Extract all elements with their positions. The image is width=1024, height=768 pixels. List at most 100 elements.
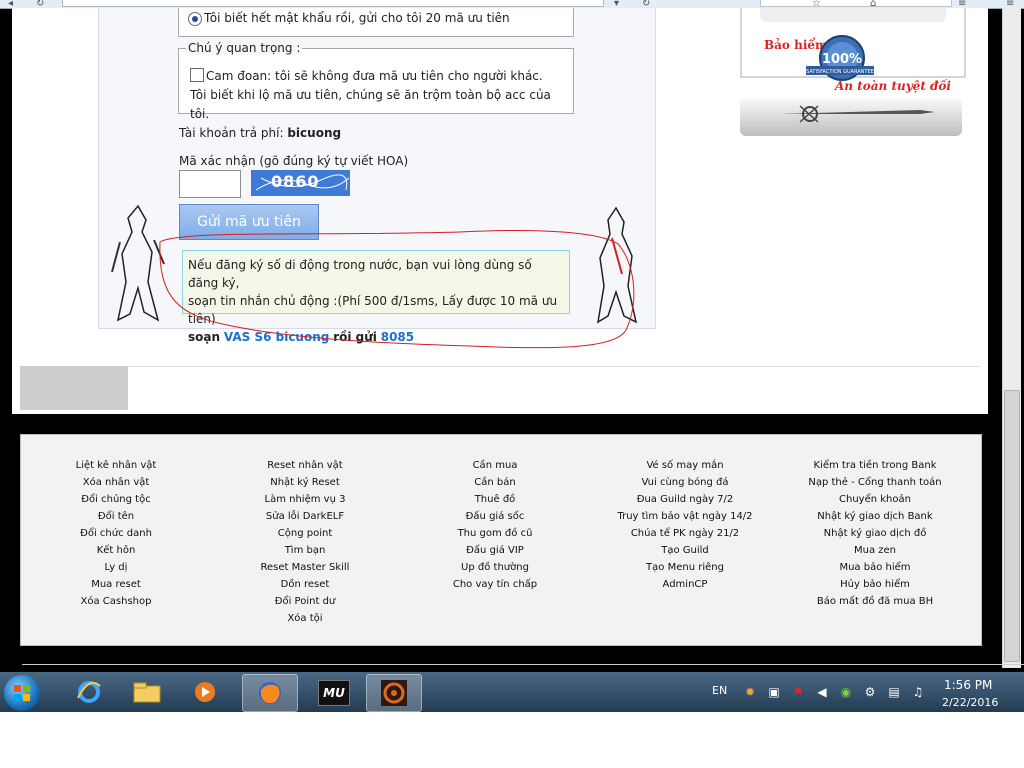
commitment-checkbox[interactable] [190, 68, 204, 82]
search-bar[interactable] [760, 0, 952, 7]
blank-area [0, 712, 1024, 768]
footer-link[interactable]: Đổi Point dư [245, 593, 365, 610]
clock-date[interactable]: 2/22/2016 [942, 696, 998, 709]
mu-game-icon: MU [318, 680, 350, 706]
taskbar-mu-game[interactable]: MU [306, 674, 360, 710]
footer-link[interactable]: Liệt kê nhân vật [61, 457, 171, 474]
warrior-left-image [111, 204, 165, 322]
footer-link[interactable]: Tạo Guild [615, 542, 755, 559]
windows-logo-icon [14, 685, 30, 701]
settings-tray-icon[interactable]: ⚙ [862, 684, 878, 700]
captcha-label: Mã xác nhận (gõ đúng ký tự viết HOA) [179, 154, 409, 168]
sword-image [780, 105, 935, 123]
footer-link[interactable]: Xóa nhân vật [61, 474, 171, 491]
footer-link[interactable]: Reset nhân vật [245, 457, 365, 474]
sms-line-1: Nếu đăng ký số di động trong nước, bạn v… [188, 258, 532, 290]
footer-link[interactable]: Đổi tên [61, 508, 171, 525]
footer-link[interactable]: Tạo Menu riêng [615, 559, 755, 576]
action-center-icon[interactable]: ⚑ [790, 684, 806, 700]
volume-icon[interactable]: ◀ [814, 684, 830, 700]
monitor-tray-icon[interactable]: ▣ [766, 684, 782, 700]
footer-link[interactable]: AdminCP [615, 576, 755, 593]
footer-link[interactable]: Mua reset [61, 576, 171, 593]
footer-link[interactable]: Nhật ký giao dịch Bank [805, 508, 945, 525]
taskbar-game-launcher[interactable] [366, 674, 422, 712]
taskbar-explorer[interactable] [120, 674, 174, 710]
footer-link[interactable]: Thuê đồ [435, 491, 555, 508]
footer-link[interactable]: Đấu giá VIP [435, 542, 555, 559]
sms-info-text: Nếu đăng ký số di động trong nước, bạn v… [188, 256, 562, 346]
account-value: bicuong [287, 126, 342, 140]
footer-link[interactable]: Cho vay tín chấp [435, 576, 555, 593]
option-label: Tôi biết hết mật khẩu rồi, gửi cho tôi 2… [204, 11, 510, 25]
option-radio[interactable] [188, 12, 202, 26]
home-icon[interactable]: ⌂ [870, 0, 876, 9]
captcha-noise [255, 174, 350, 191]
language-indicator[interactable]: EN [712, 684, 727, 697]
safe-label: An toàn tuyệt đối [835, 79, 951, 93]
footer-link[interactable]: Đua Guild ngày 7/2 [615, 491, 755, 508]
footer-link[interactable]: Dồn reset [245, 576, 365, 593]
footer-link[interactable]: Vui cùng bóng đá [615, 474, 755, 491]
footer-link[interactable]: Kết hôn [61, 542, 171, 559]
account-label: Tài khoản trả phí: [179, 126, 284, 140]
footer-link[interactable]: Báo mất đồ đã mua BH [805, 593, 945, 610]
footer-link[interactable]: Làm nhiệm vụ 3 [245, 491, 365, 508]
sms-line-3: soạn VAS S6 bicuong rồi gửi 8085 [188, 328, 562, 346]
game-tray-icon[interactable]: ✹ [742, 684, 758, 700]
sms-number: 8085 [380, 330, 415, 344]
footer-link[interactable]: Chúa tể PK ngày 21/2 [615, 525, 755, 542]
footer-link[interactable]: Đổi chức danh [61, 525, 171, 542]
nvidia-icon[interactable]: ◉ [838, 684, 854, 700]
footer-link[interactable]: Tìm bạn [245, 542, 365, 559]
footer-link[interactable]: Ly dị [61, 559, 171, 576]
taskbar-firefox[interactable] [242, 674, 298, 712]
scrollbar-thumb[interactable] [1004, 390, 1020, 662]
menu-icon[interactable]: ≡ [958, 0, 966, 9]
refresh-icon[interactable]: ↻ [642, 0, 650, 9]
reload-icon[interactable]: ↻ [36, 0, 44, 9]
page-bottom-strip [20, 366, 980, 411]
captcha-image: 0860 [251, 170, 350, 196]
footer-link[interactable]: Truy tìm bảo vật ngày 14/2 [615, 508, 755, 525]
footer-link[interactable]: Đấu giá sốc [435, 508, 555, 525]
menu-more-icon[interactable]: ≡ [1006, 0, 1014, 9]
bookmark-star-icon[interactable]: ☆ [812, 0, 821, 9]
footer-link[interactable]: Thu gom đồ cũ [435, 525, 555, 542]
footer-link[interactable]: Xóa Cashshop [61, 593, 171, 610]
footer-link[interactable]: Chuyển khoản [805, 491, 945, 508]
network-icon[interactable]: ▤ [886, 684, 902, 700]
footer-link[interactable]: Nhật ký giao dịch đồ [805, 525, 945, 542]
file-explorer-icon [133, 682, 161, 703]
footer-link[interactable]: Xóa tội [245, 610, 365, 627]
footer-link[interactable]: Hủy bảo hiểm [805, 576, 945, 593]
footer-link[interactable]: Nhật ký Reset [245, 474, 365, 491]
submit-button[interactable]: Gửi mã ưu tiên [179, 204, 319, 240]
footer-link[interactable]: Cần bán [435, 474, 555, 491]
footer-link[interactable]: Sửa lỗi DarkELF [245, 508, 365, 525]
footer-link[interactable]: Up đồ thường [435, 559, 555, 576]
taskbar-media[interactable] [178, 674, 232, 710]
footer-link[interactable]: Cộng point [245, 525, 365, 542]
address-bar[interactable] [62, 0, 604, 7]
taskbar-ie[interactable] [62, 674, 116, 710]
browser-button-icon[interactable]: ◂ [8, 0, 13, 9]
speaker-icon[interactable]: ♫ [910, 684, 926, 700]
media-player-icon [195, 682, 215, 702]
seal-percent: 100% [822, 52, 862, 67]
warrior-right-image [596, 206, 638, 324]
footer-link[interactable]: Mua zen [805, 542, 945, 559]
captcha-input[interactable] [179, 170, 241, 198]
sms-prefix: soạn [188, 330, 221, 344]
footer-link[interactable]: Nạp thẻ - Cổng thanh toán [805, 474, 945, 491]
footer-column-3: Cần mua Cần bán Thuê đồ Đấu giá sốc Thu gom … [435, 457, 555, 593]
banner-top-bar [760, 8, 946, 22]
footer-link[interactable]: Vé số may mắn [615, 457, 755, 474]
footer-link[interactable]: Mua bảo hiểm [805, 559, 945, 576]
dropdown-icon[interactable]: ▾ [614, 0, 619, 9]
footer-link[interactable]: Kiểm tra tiền trong Bank [805, 457, 945, 474]
footer-link[interactable]: Đổi chủng tộc [61, 491, 171, 508]
clock-time[interactable]: 1:56 PM [944, 678, 992, 692]
footer-link[interactable]: Cần mua [435, 457, 555, 474]
footer-link[interactable]: Reset Master Skill [245, 559, 365, 576]
